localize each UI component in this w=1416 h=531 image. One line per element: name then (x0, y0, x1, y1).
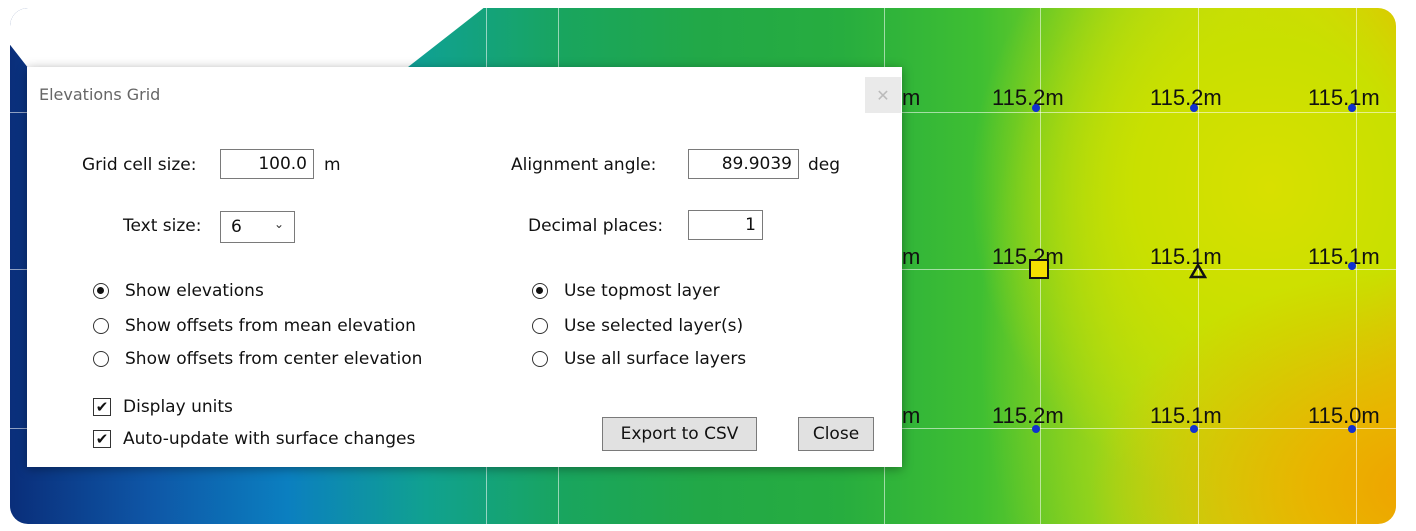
radio-button[interactable] (532, 318, 548, 334)
radio-label: Show offsets from center elevation (125, 349, 423, 369)
radio-show-offsets-center[interactable]: Show offsets from center elevation (93, 349, 422, 369)
decimal-places-input[interactable]: 1 (688, 210, 763, 240)
alignment-angle-input[interactable]: 89.9039 (688, 149, 799, 179)
radio-button[interactable] (532, 283, 548, 299)
alignment-angle-unit: deg (808, 155, 841, 175)
checkmark-icon[interactable]: ✔ (93, 398, 111, 416)
text-size-label: Text size: (123, 216, 202, 236)
radio-button[interactable] (93, 283, 109, 299)
export-csv-button[interactable]: Export to CSV (602, 417, 757, 451)
elevation-label: m (902, 403, 921, 428)
elevation-label: 115.1m (1308, 244, 1380, 269)
checkmark-icon[interactable]: ✔ (93, 430, 111, 448)
elevation-label: m (902, 85, 921, 110)
elevation-label: 115.0m (1308, 403, 1380, 428)
radio-label: Use selected layer(s) (564, 316, 744, 336)
checkbox-auto-update[interactable]: ✔ Auto-update with surface changes (93, 429, 415, 449)
grid-point (1032, 425, 1040, 433)
radio-use-all-surface-layers[interactable]: Use all surface layers (532, 349, 746, 369)
text-size-value: 6 (231, 217, 242, 237)
elevation-label: 115.2m (992, 244, 1064, 269)
checkbox-display-units[interactable]: ✔ Display units (93, 397, 233, 417)
elevation-label: m (902, 244, 921, 269)
radio-button[interactable] (93, 351, 109, 367)
text-size-select[interactable]: 6 ⌄ (220, 211, 295, 243)
triangle-marker-icon (1189, 263, 1207, 279)
radio-label: Show elevations (125, 281, 264, 301)
elevation-label: 115.2m (992, 403, 1064, 428)
alignment-angle-label: Alignment angle: (511, 155, 657, 175)
decimal-places-label: Decimal places: (528, 216, 664, 236)
grid-point (1190, 425, 1198, 433)
elevations-grid-dialog: Elevations Grid ✕ Grid cell size: 100.0 … (27, 67, 902, 467)
close-button[interactable]: Close (798, 417, 874, 451)
radio-show-elevations[interactable]: Show elevations (93, 281, 264, 301)
center-marker-icon[interactable] (1029, 259, 1049, 279)
grid-point (1348, 262, 1356, 270)
radio-label: Show offsets from mean elevation (125, 316, 416, 336)
elevation-label: 115.1m (1308, 85, 1380, 110)
checkbox-label: Auto-update with surface changes (123, 429, 416, 449)
radio-use-topmost-layer[interactable]: Use topmost layer (532, 281, 720, 301)
radio-button[interactable] (532, 351, 548, 367)
grid-point (1190, 104, 1198, 112)
grid-point (1348, 104, 1356, 112)
close-icon[interactable]: ✕ (865, 77, 901, 113)
radio-label: Use all surface layers (564, 349, 747, 369)
grid-cell-size-input[interactable]: 100.0 (220, 149, 314, 179)
grid-cell-size-unit: m (324, 155, 341, 175)
radio-use-selected-layers[interactable]: Use selected layer(s) (532, 316, 743, 336)
elevation-label: 115.2m (1150, 85, 1222, 110)
elevation-label: 115.2m (992, 85, 1064, 110)
radio-button[interactable] (93, 318, 109, 334)
grid-point (1348, 425, 1356, 433)
radio-show-offsets-mean[interactable]: Show offsets from mean elevation (93, 316, 416, 336)
elevation-label: 115.1m (1150, 403, 1222, 428)
elevation-label: 115.1m (1150, 244, 1222, 269)
dialog-title: Elevations Grid (39, 85, 161, 104)
chevron-down-icon: ⌄ (273, 217, 284, 231)
radio-label: Use topmost layer (564, 281, 720, 301)
grid-point (1032, 104, 1040, 112)
checkbox-label: Display units (123, 397, 233, 417)
grid-cell-size-label: Grid cell size: (82, 155, 197, 175)
